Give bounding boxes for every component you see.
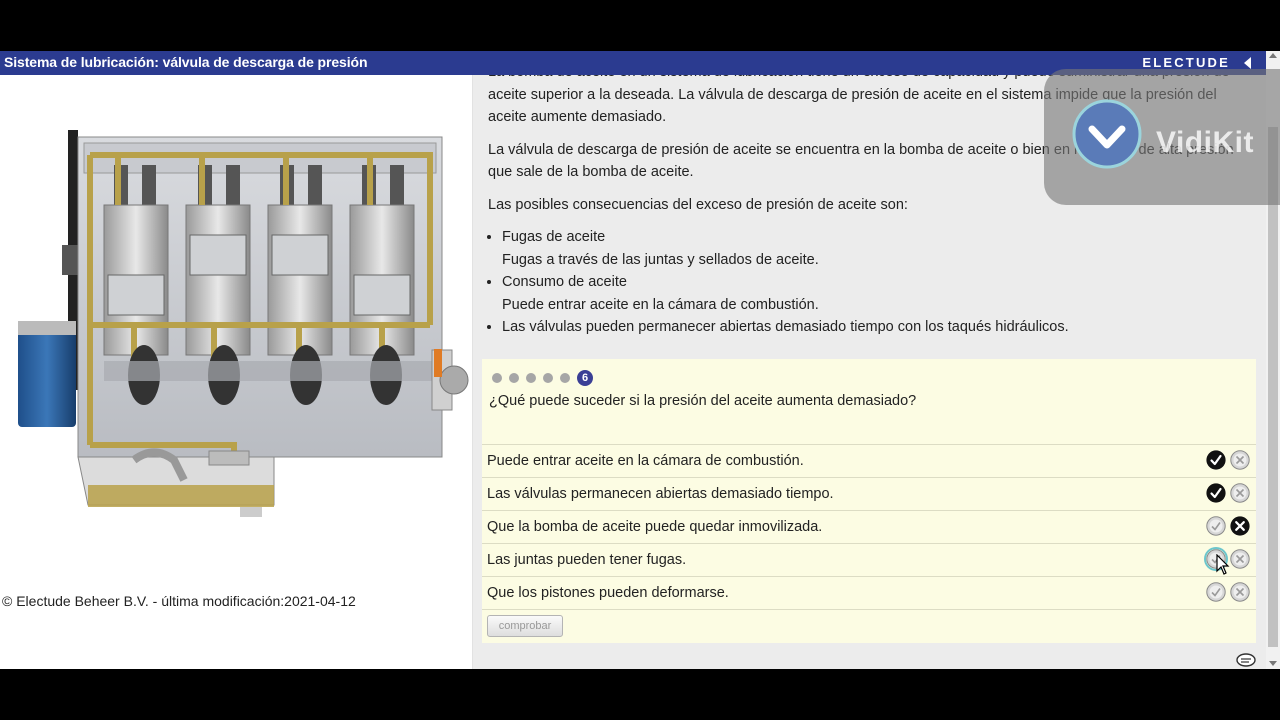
list-item-title: Consumo de aceite — [502, 274, 627, 290]
false-cross-icon[interactable] — [1230, 582, 1250, 602]
true-check-icon[interactable] — [1206, 483, 1226, 503]
scroll-down-arrow-icon[interactable] — [1269, 661, 1277, 666]
true-check-icon[interactable] — [1206, 582, 1226, 602]
answer-text: Que los pistones pueden deformarse. — [487, 585, 729, 601]
list-item: Consumo de aceite Puede entrar aceite en… — [502, 271, 1248, 316]
mouse-cursor-icon — [1216, 554, 1230, 575]
false-cross-icon[interactable] — [1230, 549, 1250, 569]
chat-bubble-icon[interactable] — [1236, 653, 1256, 669]
vidikit-label: VidiKit — [1156, 126, 1254, 159]
app-frame: Sistema de lubricación: válvula de desca… — [0, 51, 1280, 669]
answer-text: Puede entrar aceite en la cámara de comb… — [487, 453, 804, 469]
progress-dot[interactable] — [526, 372, 536, 383]
consequences-list: Fugas de aceite Fugas a través de las ju… — [488, 226, 1248, 339]
vidikit-logo-icon — [1072, 99, 1142, 169]
list-item: Las válvulas pueden permanecer abiertas … — [502, 316, 1248, 339]
list-item-title: Fugas de aceite — [502, 229, 606, 245]
list-item-detail: Fugas a través de las juntas y sellados … — [502, 251, 819, 268]
answer-row: Puede entrar aceite en la cámara de comb… — [482, 444, 1256, 477]
false-cross-icon[interactable] — [1230, 450, 1250, 470]
answer-text: Que la bomba de aceite puede quedar inmo… — [487, 519, 823, 535]
false-cross-icon[interactable] — [1230, 516, 1250, 536]
check-button[interactable]: comprobar — [487, 615, 563, 637]
progress-dot[interactable] — [492, 372, 502, 383]
list-item: Fugas de aceite Fugas a través de las ju… — [502, 226, 1248, 271]
left-pane: © Electude Beheer B.V. - última modifica… — [0, 75, 473, 669]
answer-row: Que la bomba de aceite puede quedar inmo… — [482, 510, 1256, 543]
quiz-panel: 6 ¿Qué puede suceder si la presión del a… — [482, 359, 1256, 643]
quiz-question: ¿Qué puede suceder si la presión del ace… — [489, 393, 917, 409]
answer-text: Las válvulas permanecen abiertas demasia… — [487, 486, 834, 502]
progress-dot-current[interactable]: 6 — [577, 369, 593, 386]
list-item-title: Las válvulas pueden permanecer abiertas … — [502, 319, 1069, 335]
answer-row: Las válvulas permanecen abiertas demasia… — [482, 477, 1256, 510]
vidikit-watermark: VidiKit — [1044, 69, 1280, 205]
page-title: Sistema de lubricación: válvula de desca… — [4, 54, 368, 70]
list-item-detail: Puede entrar aceite en la cámara de comb… — [502, 296, 819, 313]
true-check-icon[interactable] — [1206, 450, 1226, 470]
engine-lubrication-illustration — [18, 130, 469, 517]
scrollbar-thumb[interactable] — [1268, 127, 1278, 647]
progress-dot[interactable] — [543, 372, 553, 383]
true-check-icon[interactable] — [1206, 516, 1226, 536]
progress-dot[interactable] — [560, 372, 570, 383]
brand-logo: ELECTUDE — [1142, 55, 1230, 70]
copyright-text: © Electude Beheer B.V. - última modifica… — [2, 593, 356, 609]
progress-dot[interactable] — [509, 372, 519, 383]
false-cross-icon[interactable] — [1230, 483, 1250, 503]
progress-dots: 6 — [492, 369, 593, 386]
answer-row: Que los pistones pueden deformarse. — [482, 576, 1256, 610]
answer-text: Las juntas pueden tener fugas. — [487, 552, 687, 568]
scroll-up-arrow-icon[interactable] — [1269, 53, 1277, 58]
answer-row: Las juntas pueden tener fugas. — [482, 543, 1256, 576]
